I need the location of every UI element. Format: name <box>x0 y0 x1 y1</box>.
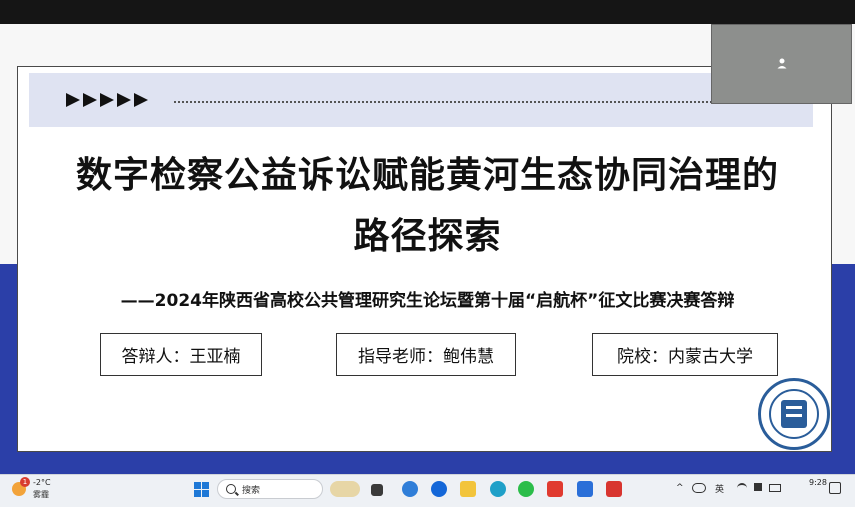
top-black-bar <box>0 0 855 24</box>
slide-subtitle: ——2024年陕西省高校公共管理研究生论坛暨第十届“启航杯”征文比赛决赛答辩 <box>120 291 735 311</box>
app-icon[interactable] <box>431 481 447 497</box>
notification-icon[interactable] <box>829 482 841 494</box>
screen: 数字检察公益诉讼赋能黄河生态协同治理的 路径探索 ——2024年陕西省高校公共管… <box>0 0 855 507</box>
arrow-icon <box>100 93 114 107</box>
person-icon <box>777 58 787 69</box>
participant-video-thumbnail[interactable] <box>711 24 852 104</box>
ime-indicator[interactable]: 英 <box>715 482 724 495</box>
header-dotted-line <box>174 101 744 103</box>
folder-icon[interactable] <box>460 481 476 497</box>
weather-temperature: -2°C <box>33 478 51 487</box>
arrow-icon <box>83 93 97 107</box>
task-view-icon[interactable] <box>371 484 383 496</box>
school-box: 院校：内蒙古大学 <box>592 333 778 376</box>
volume-icon[interactable] <box>754 483 762 491</box>
arrow-icon <box>117 93 131 107</box>
browser-icon[interactable] <box>402 481 418 497</box>
edge-icon[interactable] <box>490 481 506 497</box>
slide-title-line-2: 路径探索 <box>353 216 502 257</box>
header-arrows <box>66 93 150 107</box>
advisor-box: 指导老师：鲍伟慧 <box>336 333 516 376</box>
wps-icon[interactable] <box>547 481 563 497</box>
taskbar-widget-icon[interactable] <box>330 481 360 497</box>
battery-icon[interactable] <box>769 484 781 492</box>
wechat-icon[interactable] <box>518 481 534 497</box>
meeting-icon[interactable] <box>577 481 593 497</box>
slide-title-line-1: 数字检察公益诉讼赋能黄河生态协同治理的 <box>75 155 779 196</box>
cloud-icon[interactable] <box>692 483 706 493</box>
clock-time[interactable]: 9:28 <box>809 478 827 487</box>
search-icon <box>226 484 236 494</box>
arrow-icon <box>66 93 80 107</box>
university-seal-logo <box>758 378 830 450</box>
search-placeholder: 搜索 <box>242 486 261 496</box>
arrow-icon <box>134 93 148 107</box>
notification-badge: 1 <box>20 477 30 487</box>
wps-writer-icon[interactable] <box>606 481 622 497</box>
chevron-up-icon[interactable]: ^ <box>676 483 684 493</box>
wifi-icon[interactable] <box>737 483 747 493</box>
presenter-box: 答辩人：王亚楠 <box>100 333 262 376</box>
taskbar <box>0 474 855 507</box>
windows-start-icon[interactable] <box>194 482 210 498</box>
weather-description: 雾霾 <box>33 490 49 499</box>
